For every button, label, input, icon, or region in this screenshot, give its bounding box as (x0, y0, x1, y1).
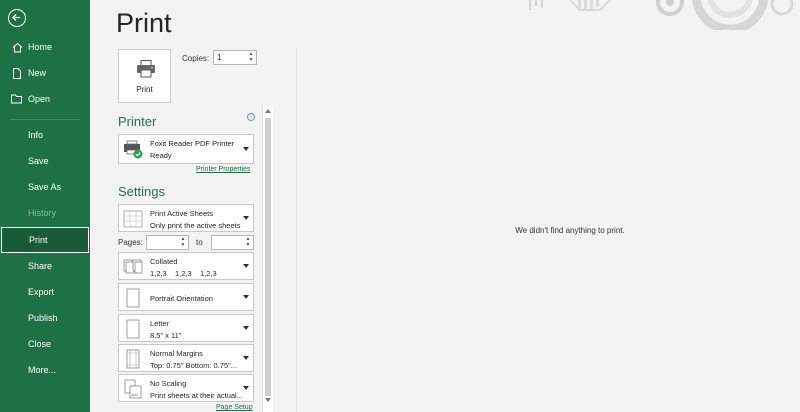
sidebar-item-label: Print (29, 235, 48, 245)
sidebar-item-label: More... (28, 365, 57, 375)
sidebar-item-label: Export (28, 287, 55, 297)
sidebar-item-new[interactable]: New (0, 60, 90, 86)
settings-scrollbar[interactable] (262, 106, 273, 412)
pane-divider (296, 48, 297, 412)
back-arrow-icon[interactable] (8, 9, 26, 27)
print-what-line1: Print Active Sheets (150, 209, 213, 218)
printer-properties-link[interactable]: Printer Properties (196, 166, 250, 173)
sidebar-item-save-as[interactable]: Save As (0, 174, 90, 200)
collation-line2: 1,2,3 1,2,3 1,2,3 (150, 269, 217, 278)
settings-heading: Settings (118, 184, 165, 199)
sidebar-item-info[interactable]: Info (0, 122, 90, 148)
sidebar-item-save[interactable]: Save (0, 148, 90, 174)
sidebar-item-label: History (28, 208, 57, 218)
print-what-dropdown[interactable]: Print Active Sheets Only print the activ… (118, 204, 254, 232)
sidebar-item-more[interactable]: More... (0, 357, 90, 383)
sidebar-item-label: Share (28, 261, 53, 271)
orientation-dropdown[interactable]: Portrait Orientation (118, 283, 254, 311)
print-what-line2: Only print the active sheets (150, 221, 241, 230)
sidebar-item-label: Save (28, 156, 49, 166)
copies-label: Copies: (182, 54, 210, 63)
sidebar-item-label: Open (28, 94, 51, 104)
copies-spinner[interactable]: ▲ ▼ (247, 51, 255, 64)
margins-line1: Normal Margins (150, 349, 203, 358)
home-icon (11, 41, 23, 53)
sidebar-item-publish[interactable]: Publish (0, 305, 90, 331)
printer-heading: Printer (118, 114, 157, 129)
no-scaling-icon: 100 (124, 379, 142, 399)
backstage-sidebar: Home New Open Info Save Save As History … (0, 0, 90, 412)
scaling-line2: Print sheets at their actual... (150, 391, 243, 400)
info-icon[interactable]: i (247, 113, 255, 121)
pages-from-spinner[interactable]: ▲ ▼ (179, 236, 187, 249)
chevron-down-icon (243, 356, 249, 360)
sidebar-divider (10, 119, 80, 120)
scroll-down-icon[interactable] (265, 398, 271, 402)
paper-line2: 8.5" x 11" (150, 331, 182, 340)
preview-empty-message: We didn't find anything to print. (515, 226, 625, 235)
active-sheets-icon (123, 210, 143, 228)
sidebar-item-label: Save As (28, 182, 62, 192)
copies-value: 1 (217, 53, 222, 62)
pages-from-input[interactable]: ▲ ▼ (146, 235, 189, 250)
sidebar-item-history: History (0, 200, 90, 226)
sidebar-item-print[interactable]: Print (1, 227, 89, 253)
copies-input[interactable]: 1 ▲ ▼ (213, 50, 257, 65)
pages-to-input[interactable]: ▲ ▼ (211, 235, 254, 250)
sidebar-item-share[interactable]: Share (0, 253, 90, 279)
pages-label: Pages: (118, 238, 143, 247)
scaling-line1: No Scaling (150, 379, 187, 388)
svg-text:100: 100 (131, 392, 138, 397)
sidebar-item-export[interactable]: Export (0, 279, 90, 305)
printer-name: Foxit Reader PDF Printer (150, 139, 235, 148)
sidebar-item-label: Home (28, 42, 53, 52)
sidebar-item-label: Close (28, 339, 52, 349)
printer-ready-icon (124, 140, 143, 159)
printer-icon (137, 60, 155, 78)
portrait-icon (126, 288, 140, 308)
chevron-down-icon (243, 295, 249, 299)
printer-status: Ready (150, 151, 172, 160)
sidebar-item-label: New (28, 68, 47, 78)
page-setup-link[interactable]: Page Setup (216, 404, 253, 411)
header-decoration (500, 0, 800, 30)
scroll-up-icon[interactable] (265, 109, 271, 113)
paper-line1: Letter (150, 319, 170, 328)
folder-open-icon (11, 93, 23, 105)
sidebar-item-open[interactable]: Open (0, 86, 90, 112)
chevron-down-icon (243, 264, 249, 268)
pages-to-label: to (196, 238, 203, 247)
margins-dropdown[interactable]: Normal Margins Top: 0.75" Bottom: 0.75".… (118, 344, 254, 372)
pages-to-spinner[interactable]: ▲ ▼ (244, 236, 252, 249)
print-button-label: Print (136, 85, 153, 94)
collated-icon (123, 259, 143, 274)
chevron-down-icon (243, 147, 249, 151)
collation-line1: Collated (150, 257, 178, 266)
chevron-down-icon (243, 386, 249, 390)
scrollbar-thumb[interactable] (265, 118, 271, 396)
collation-dropdown[interactable]: Collated 1,2,3 1,2,3 1,2,3 (118, 252, 254, 280)
sidebar-item-close[interactable]: Close (0, 331, 90, 357)
sidebar-item-label: Publish (28, 313, 58, 323)
printer-dropdown[interactable]: Foxit Reader PDF Printer Ready (118, 134, 254, 164)
margins-icon (126, 349, 140, 369)
chevron-down-icon (243, 326, 249, 330)
orientation-line1: Portrait Orientation (150, 294, 213, 303)
new-document-icon (11, 67, 23, 79)
print-button[interactable]: Print (118, 49, 171, 103)
page-title: Print (116, 8, 172, 38)
paper-size-icon (126, 319, 140, 339)
margins-line2: Top: 0.75" Bottom: 0.75"... (150, 361, 238, 370)
paper-size-dropdown[interactable]: Letter 8.5" x 11" (118, 314, 254, 342)
sidebar-item-label: Info (28, 130, 44, 140)
chevron-down-icon (243, 216, 249, 220)
scaling-dropdown[interactable]: 100 No Scaling Print sheets at their act… (118, 374, 254, 402)
sidebar-item-home[interactable]: Home (0, 34, 90, 60)
